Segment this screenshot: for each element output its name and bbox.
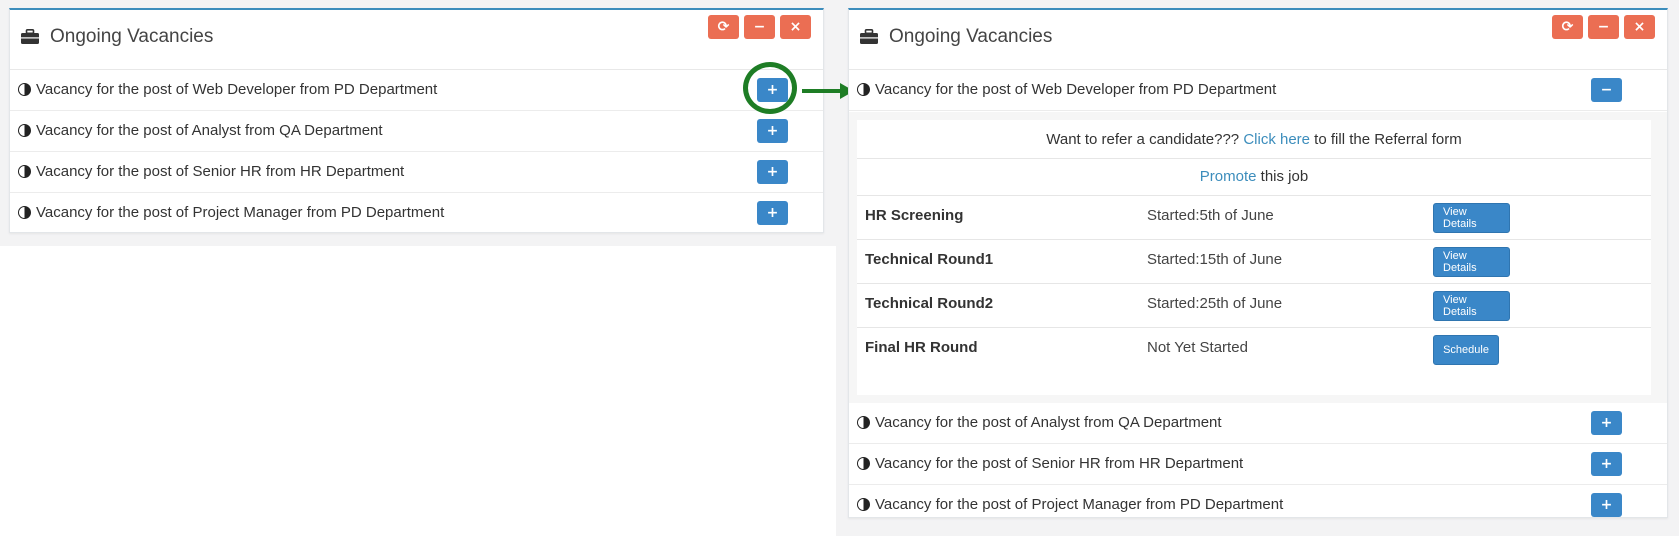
widget-title: Ongoing Vacancies bbox=[50, 26, 214, 47]
stage-row: Final HR Round Not Yet Started Schedule bbox=[857, 328, 1651, 371]
collapse-row-button[interactable]: − bbox=[1591, 78, 1622, 102]
vacancy-row-expanded: Vacancy for the post of Web Developer fr… bbox=[849, 70, 1667, 111]
vacancy-label: Vacancy for the post of Web Developer fr… bbox=[875, 81, 1277, 98]
view-details-button[interactable]: View Details bbox=[1433, 203, 1510, 233]
stage-name: HR Screening bbox=[865, 207, 964, 224]
half-circle-icon bbox=[857, 457, 870, 470]
vacancy-label: Vacancy for the post of Web Developer fr… bbox=[36, 81, 438, 98]
promote-link[interactable]: Promote bbox=[1200, 168, 1257, 185]
briefcase-icon bbox=[860, 29, 878, 44]
expand-button[interactable]: + bbox=[1591, 452, 1622, 476]
vacancies-widget-collapsed: Ongoing Vacancies ⟳ − × Vacancy for the … bbox=[9, 8, 824, 233]
half-circle-icon bbox=[18, 165, 31, 178]
widget-title: Ongoing Vacancies bbox=[889, 26, 1053, 47]
vacancy-label: Vacancy for the post of Analyst from QA … bbox=[875, 414, 1222, 431]
briefcase-icon bbox=[21, 29, 39, 44]
expand-button[interactable]: + bbox=[1591, 411, 1622, 435]
stage-row: Technical Round2 Started:25th of June Vi… bbox=[857, 284, 1651, 328]
collapse-widget-button[interactable]: − bbox=[1588, 15, 1619, 39]
promote-suffix: this job bbox=[1256, 168, 1309, 185]
stage-name: Technical Round1 bbox=[865, 251, 994, 268]
vacancy-details: Want to refer a candidate??? Click here … bbox=[849, 112, 1667, 403]
widget-header: Ongoing Vacancies ⟳ − × bbox=[10, 10, 823, 70]
stage-row: HR Screening Started:5th of June View De… bbox=[857, 196, 1651, 240]
refresh-icon: ⟳ bbox=[1561, 19, 1574, 35]
highlight-circle bbox=[743, 62, 797, 114]
half-circle-icon bbox=[857, 83, 870, 96]
expand-button[interactable]: + bbox=[1591, 493, 1622, 517]
vacancy-row: Vacancy for the post of Project Manager … bbox=[849, 485, 1667, 526]
minus-icon: − bbox=[1597, 19, 1610, 35]
vacancy-label: Vacancy for the post of Senior HR from H… bbox=[875, 455, 1244, 472]
refresh-icon: ⟳ bbox=[717, 19, 730, 35]
expand-button[interactable]: + bbox=[757, 201, 788, 225]
half-circle-icon bbox=[857, 416, 870, 429]
vacancy-row: Vacancy for the post of Analyst from QA … bbox=[849, 403, 1667, 444]
vacancy-row: Vacancy for the post of Web Developer fr… bbox=[10, 70, 823, 111]
referral-text: Want to refer a candidate??? Click here … bbox=[857, 131, 1651, 148]
view-details-button[interactable]: View Details bbox=[1433, 291, 1510, 321]
widget-tools: ⟳ − × bbox=[708, 15, 811, 39]
stage-status: Started:5th of June bbox=[1147, 207, 1274, 224]
vacancy-label: Vacancy for the post of Project Manager … bbox=[875, 496, 1284, 513]
collapse-widget-button[interactable]: − bbox=[744, 15, 775, 39]
stage-status: Started:15th of June bbox=[1147, 251, 1283, 268]
schedule-button[interactable]: Schedule bbox=[1433, 335, 1499, 365]
expand-button[interactable]: + bbox=[757, 119, 788, 143]
close-icon: × bbox=[789, 19, 802, 35]
stage-name: Technical Round2 bbox=[865, 295, 994, 312]
view-details-button[interactable]: View Details bbox=[1433, 247, 1510, 277]
vacancies-widget-expanded: Ongoing Vacancies ⟳ − × Vacancy for the … bbox=[848, 8, 1668, 518]
vacancy-row: Vacancy for the post of Senior HR from H… bbox=[10, 152, 823, 193]
vacancy-row: Vacancy for the post of Senior HR from H… bbox=[849, 444, 1667, 485]
vacancy-row: Vacancy for the post of Analyst from QA … bbox=[10, 111, 823, 152]
close-widget-button[interactable]: × bbox=[1624, 15, 1655, 39]
vacancy-label: Vacancy for the post of Senior HR from H… bbox=[36, 163, 405, 180]
minus-icon: − bbox=[753, 19, 766, 35]
half-circle-icon bbox=[18, 124, 31, 137]
half-circle-icon bbox=[18, 83, 31, 96]
referral-prefix: Want to refer a candidate??? bbox=[1046, 131, 1244, 148]
stage-status: Started:25th of June bbox=[1147, 295, 1283, 312]
refresh-button[interactable]: ⟳ bbox=[708, 15, 739, 39]
expand-button[interactable]: + bbox=[757, 160, 788, 184]
stage-status: Not Yet Started bbox=[1147, 339, 1248, 356]
vacancy-label: Vacancy for the post of Project Manager … bbox=[36, 204, 445, 221]
stage-row: Technical Round1 Started:15th of June Vi… bbox=[857, 240, 1651, 284]
vacancy-row: Vacancy for the post of Project Manager … bbox=[10, 193, 823, 234]
widget-header: Ongoing Vacancies ⟳ − × bbox=[849, 10, 1667, 70]
promote-row: Promote this job bbox=[857, 159, 1651, 196]
details-table: Want to refer a candidate??? Click here … bbox=[857, 120, 1651, 395]
referral-suffix: to fill the Referral form bbox=[1310, 131, 1462, 148]
refresh-button[interactable]: ⟳ bbox=[1552, 15, 1583, 39]
stage-name: Final HR Round bbox=[865, 339, 978, 356]
close-widget-button[interactable]: × bbox=[780, 15, 811, 39]
vacancy-label: Vacancy for the post of Analyst from QA … bbox=[36, 122, 383, 139]
referral-row: Want to refer a candidate??? Click here … bbox=[857, 120, 1651, 159]
referral-link[interactable]: Click here bbox=[1243, 131, 1310, 148]
half-circle-icon bbox=[857, 498, 870, 511]
widget-tools: ⟳ − × bbox=[1552, 15, 1655, 39]
half-circle-icon bbox=[18, 206, 31, 219]
promote-text: Promote this job bbox=[857, 168, 1651, 185]
close-icon: × bbox=[1633, 19, 1646, 35]
